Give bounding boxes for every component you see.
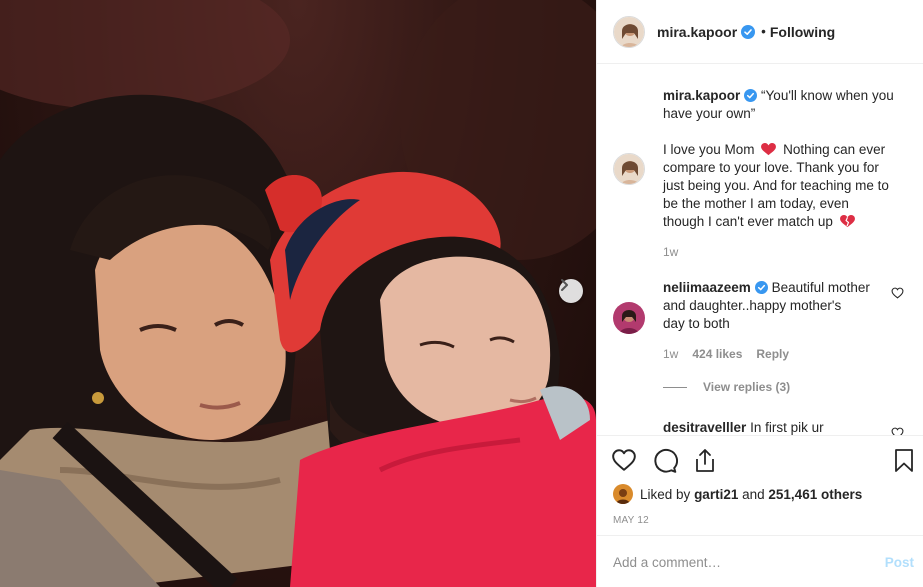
caption-title-line1: “You'll know when you — [761, 88, 894, 103]
likes-count[interactable]: 251,461 others — [768, 487, 862, 502]
post-photo[interactable] — [0, 0, 596, 587]
verified-badge-icon — [741, 24, 756, 39]
avatar-image — [613, 484, 633, 504]
like-comment-heart-icon[interactable] — [891, 427, 904, 435]
caption-title-line2: have your own” — [663, 106, 756, 121]
liker-avatar[interactable] — [613, 484, 633, 504]
caption-body-line4: be the mother I am today, even — [663, 196, 849, 211]
verified-badge-icon — [754, 281, 768, 294]
caption-timestamp[interactable]: 1w — [663, 245, 678, 259]
avatar-image — [614, 154, 644, 184]
caption-text: though I can't ever match up — [663, 214, 833, 229]
post-date[interactable]: MAY 12 — [613, 515, 649, 526]
caption-text: I love you Mom — [663, 142, 755, 157]
comment-line3: day to both — [663, 316, 730, 331]
header-separator: • — [761, 24, 766, 39]
speech-bubble-icon[interactable] — [652, 448, 678, 474]
post-sidebar: mira.kapoor • Following mira.kapoor “You… — [596, 0, 923, 587]
caption-avatar[interactable] — [613, 153, 645, 185]
following-button[interactable]: Following — [770, 24, 835, 40]
caption-body-line2: compare to your love. Thank you for — [663, 160, 879, 175]
broken-heart-emoji-icon — [839, 215, 855, 228]
liked-by-joiner: and — [742, 486, 765, 502]
comment-text: Beautiful mother — [771, 280, 870, 295]
red-heart-emoji-icon — [761, 143, 777, 156]
avatar-image — [614, 16, 644, 47]
likes-summary: Liked by garti21 and 251,461 others — [613, 484, 862, 504]
comment-list[interactable]: mira.kapoor “You'll know when you have y… — [597, 65, 923, 435]
comment-line1: neliimaazeem Beautiful mother — [663, 279, 908, 297]
caption-body-line1: I love you Mom Nothing can ever — [663, 141, 908, 159]
verified-badge-icon — [744, 89, 758, 102]
view-replies-button[interactable]: View replies (3) — [663, 380, 790, 394]
liked-by-user[interactable]: garti21 — [694, 487, 738, 502]
commenter-username[interactable]: neliimaazeem — [663, 280, 751, 295]
comment-likes[interactable]: 424 likes — [692, 347, 742, 361]
comment-line2: and daughter..happy mother's — [663, 298, 842, 313]
reply-button[interactable]: Reply — [756, 347, 789, 361]
like-comment-heart-icon[interactable] — [891, 287, 904, 299]
comment-input[interactable] — [613, 550, 853, 574]
photo-illustration — [0, 0, 596, 587]
comment-meta: 1w 424 likes Reply — [663, 347, 789, 361]
share-icon[interactable] — [693, 448, 717, 474]
comment-line1: desitravelller In first pik ur — [663, 419, 908, 435]
author-avatar[interactable] — [613, 15, 645, 48]
caption-author[interactable]: mira.kapoor — [663, 88, 740, 103]
commenter-avatar[interactable] — [613, 302, 645, 334]
caption-body-line3: just being you. And for teaching me to — [663, 178, 889, 193]
post-comment-button[interactable]: Post — [885, 555, 914, 570]
post-actions: Liked by garti21 and 251,461 others MAY … — [597, 435, 923, 535]
liked-by-prefix: Liked by — [640, 486, 691, 502]
bookmark-icon[interactable] — [894, 448, 914, 473]
caption-text: Nothing can ever — [783, 142, 886, 157]
comment-text: In first pik ur — [750, 420, 824, 435]
replies-divider — [663, 386, 687, 388]
chevron-right-icon — [561, 279, 568, 291]
post-header: mira.kapoor • Following — [597, 0, 923, 64]
commenter-username[interactable]: desitravelller — [663, 420, 746, 435]
author-username[interactable]: mira.kapoor — [657, 24, 737, 40]
comment-timestamp[interactable]: 1w — [663, 347, 678, 361]
heart-outline-icon[interactable] — [611, 448, 637, 472]
caption-title: mira.kapoor “You'll know when you — [663, 87, 908, 105]
view-replies-label: View replies (3) — [703, 380, 791, 394]
next-photo-button[interactable] — [559, 279, 583, 303]
add-comment-bar: Post — [597, 535, 923, 587]
avatar-image — [613, 302, 645, 334]
caption-body-line5: though I can't ever match up — [663, 213, 908, 231]
